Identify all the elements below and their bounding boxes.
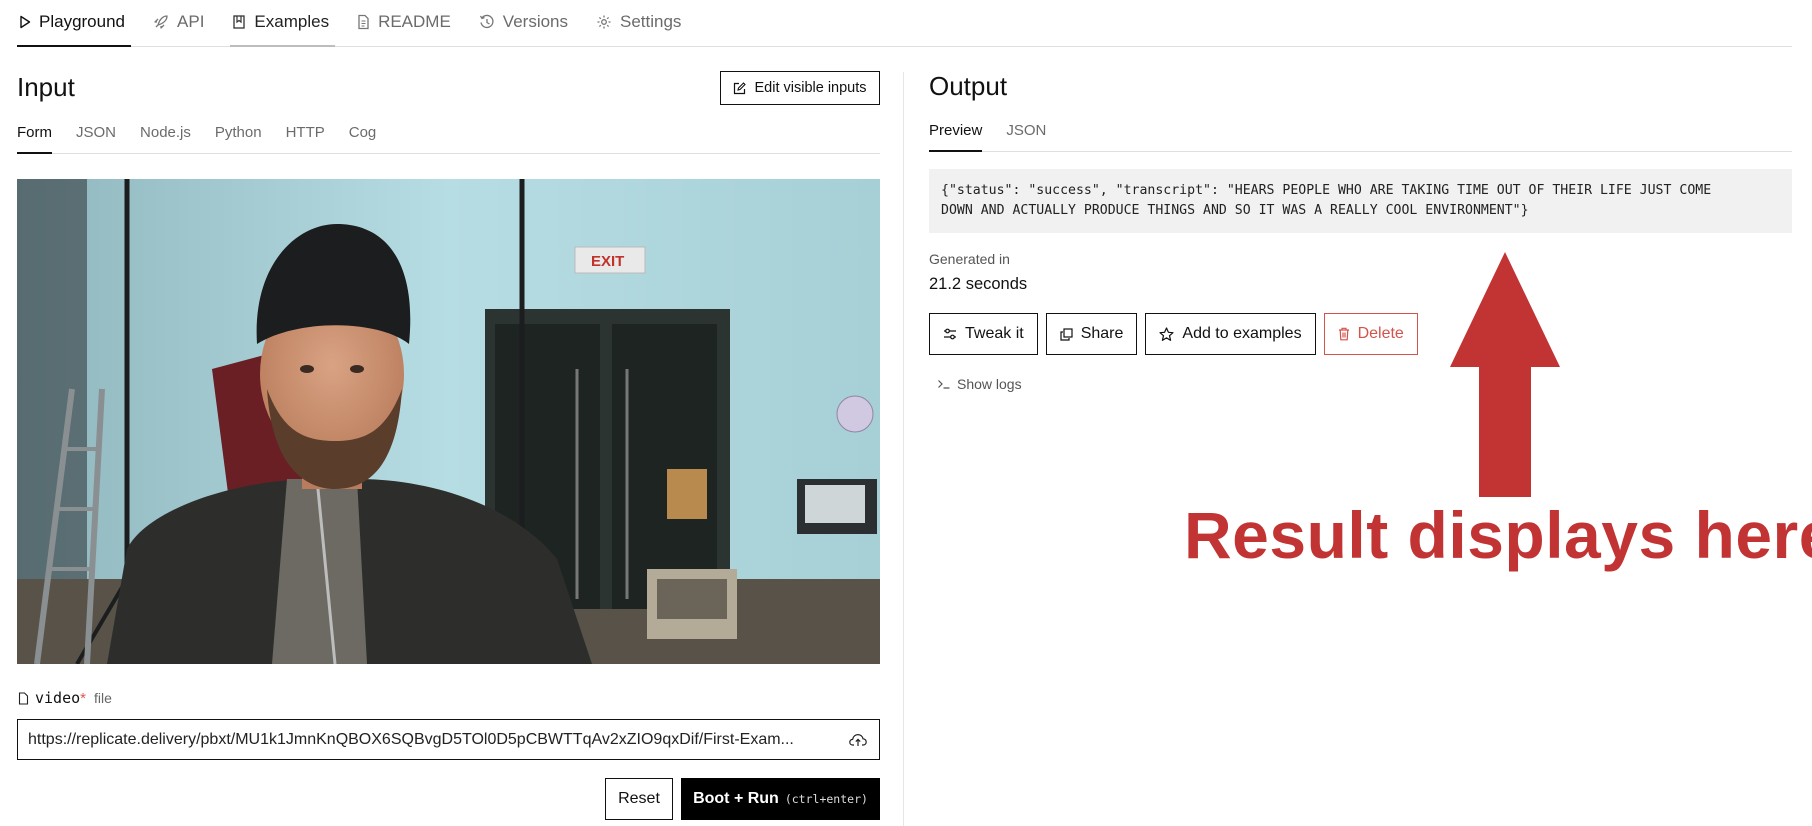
arrow-up-icon [1450,252,1560,497]
tab-playground-label: Playground [39,12,126,31]
generated-in-label: Generated in [929,251,1010,267]
column-divider [903,72,904,826]
field-type: file [94,690,112,706]
tab-examples-label: Examples [254,12,330,31]
add-to-examples-label: Add to examples [1182,325,1302,342]
trash-icon [1338,327,1349,341]
tab-output-json[interactable]: JSON [1006,122,1046,151]
generated-in-value: 21.2 seconds [929,275,1028,293]
delete-label: Delete [1357,325,1404,342]
tab-settings-label: Settings [620,12,682,31]
edit-visible-inputs-button[interactable]: Edit visible inputs [720,71,880,105]
keyboard-shortcut: (ctrl+enter) [784,792,868,806]
share-button[interactable]: Share [1045,313,1138,355]
tab-playground[interactable]: Playground [17,0,132,47]
sliders-icon [944,328,956,340]
tab-form[interactable]: Form [17,124,52,154]
show-logs-label: Show logs [957,376,1022,392]
edit-visible-inputs-label: Edit visible inputs [754,80,867,96]
annotation-label: Result displays here [1184,498,1812,572]
tab-api-label: API [177,12,205,31]
reset-button[interactable]: Reset [605,778,673,820]
boot-run-label: Boot + Run [693,790,779,807]
video-frame-image: EXIT [17,179,880,664]
rocket-icon [154,15,168,29]
tab-versions[interactable]: Versions [477,0,574,46]
boot-run-button[interactable]: Boot + Run (ctrl+enter) [681,778,880,820]
show-logs-toggle[interactable]: Show logs [937,376,1022,392]
tweak-button[interactable]: Tweak it [929,313,1038,355]
delete-button[interactable]: Delete [1323,313,1418,355]
output-result-line-2: DOWN AND ACTUALLY PRODUCE THINGS AND SO … [941,203,1529,218]
tab-nodejs[interactable]: Node.js [140,124,191,153]
terminal-icon [938,380,950,389]
tab-api[interactable]: API [151,0,210,46]
output-format-tabs: Preview JSON [929,122,1792,152]
upload-cloud-icon[interactable] [847,733,869,747]
tab-versions-label: Versions [502,12,568,31]
video-preview[interactable]: EXIT [17,179,880,664]
edit-icon [734,81,747,94]
tab-settings[interactable]: Settings [594,0,687,46]
tab-cog[interactable]: Cog [349,124,377,153]
tab-json[interactable]: JSON [76,124,116,153]
svg-text:EXIT: EXIT [591,253,624,270]
star-icon [1159,326,1174,341]
top-nav: Playground API Examples README Versions … [17,0,1792,47]
input-title: Input [17,72,75,102]
tweak-label: Tweak it [965,325,1024,342]
tab-readme-label: README [378,12,451,31]
tab-examples[interactable]: Examples [230,0,335,47]
add-to-examples-button[interactable]: Add to examples [1145,313,1316,355]
tab-readme[interactable]: README [355,0,457,46]
history-icon [479,14,494,29]
field-name: video [35,689,81,707]
tab-python[interactable]: Python [215,124,262,153]
copy-icon [1060,327,1073,341]
book-icon [233,15,246,29]
video-url-input[interactable] [28,730,847,749]
video-field-label: video * file [18,689,112,707]
output-result-line-1: {"status": "success", "transcript": "HEA… [941,183,1712,198]
input-format-tabs: Form JSON Node.js Python HTTP Cog [17,124,880,154]
play-icon [20,15,31,29]
tab-http[interactable]: HTTP [286,124,325,153]
tab-preview[interactable]: Preview [929,122,983,152]
share-label: Share [1080,325,1124,342]
file-icon [18,691,29,705]
document-icon [358,14,369,30]
gear-icon [597,15,611,29]
output-result: {"status": "success", "transcript": "HEA… [929,169,1792,233]
required-mark: * [80,689,86,707]
output-actions: Tweak it Share Add to examples Delete [929,313,1418,355]
video-url-field [17,719,880,760]
output-title: Output [929,71,1008,101]
